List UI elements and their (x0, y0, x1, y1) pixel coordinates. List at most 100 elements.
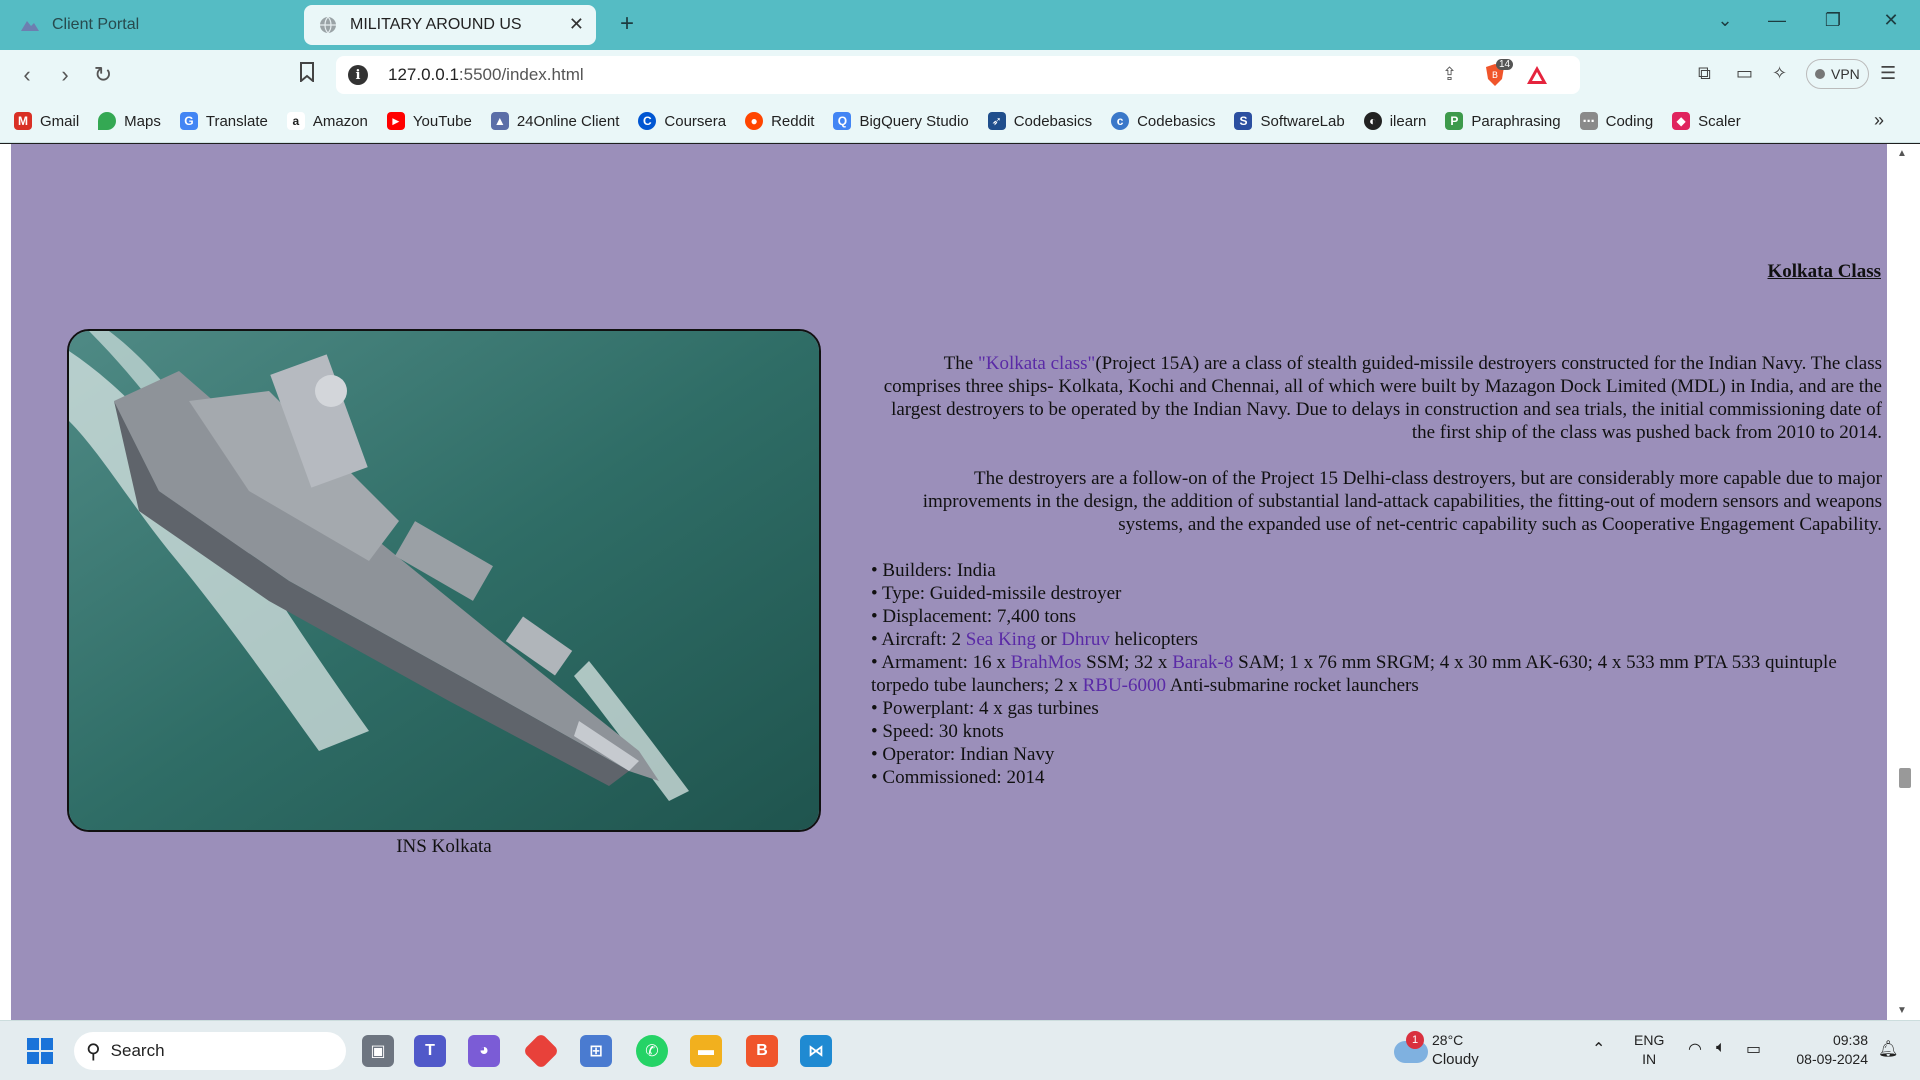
url-text[interactable]: 127.0.0.1:5500/index.html (388, 65, 584, 85)
bookmark-maps[interactable]: Maps (98, 112, 161, 130)
close-window-button[interactable]: ✕ (1876, 10, 1906, 31)
page-content: Kolkata Class INS Kolkata The "Kolkata c… (11, 144, 1887, 1020)
bookmark-codebasics-2[interactable]: c Codebasics (1111, 112, 1215, 130)
bookmark-24online[interactable]: ▲ 24Online Client (490, 112, 619, 130)
language-indicator[interactable]: ENG IN (1634, 1031, 1664, 1069)
tab-military-around-us[interactable]: MILITARY AROUND US ✕ (304, 5, 596, 45)
scroll-thumb[interactable] (1899, 768, 1911, 788)
bookmark-youtube[interactable]: ▶ YouTube (386, 112, 472, 130)
clock[interactable]: 09:38 08-09-2024 (1784, 1031, 1868, 1069)
spec-commissioned: • Commissioned: 2014 (871, 767, 1045, 788)
new-tab-button[interactable]: + (612, 10, 642, 38)
weather-temp: 28°C (1432, 1032, 1464, 1048)
whatsapp-icon[interactable]: ✆ (636, 1035, 668, 1067)
spec-list: • Builders: India • Type: Guided-missile… (871, 559, 1882, 789)
bookmark-bigquery[interactable]: Q BigQuery Studio (833, 112, 969, 130)
reddit-icon: ● (745, 112, 764, 130)
spec-builders: • Builders: India (871, 560, 996, 581)
wifi-icon[interactable]: ◠ (1688, 1039, 1702, 1059)
rocket-icon: ➶ (987, 112, 1006, 130)
weather-condition: Cloudy (1432, 1051, 1479, 1068)
bookmark-coding[interactable]: ⋯ Coding (1579, 112, 1653, 130)
battery-icon[interactable]: ▭ (1746, 1039, 1761, 1059)
page-viewport: Kolkata Class INS Kolkata The "Kolkata c… (0, 144, 1920, 1020)
bigquery-icon: Q (833, 112, 852, 130)
taskbar-search[interactable]: ⚲ Search (74, 1032, 346, 1070)
weather-widget[interactable]: 1 28°C Cloudy (1394, 1031, 1504, 1071)
bookmark-icon[interactable] (292, 62, 322, 88)
coursera-icon: C (638, 112, 657, 130)
address-bar[interactable]: i 127.0.0.1:5500/index.html ⇪ B 14 (336, 56, 1580, 94)
minimize-button[interactable]: — (1762, 10, 1792, 31)
24online-icon: ▲ (490, 112, 509, 130)
close-tab-icon[interactable]: ✕ (569, 14, 584, 35)
forward-button[interactable]: › (50, 62, 80, 88)
brave-browser-icon[interactable]: B (746, 1035, 778, 1067)
volume-icon[interactable]: 🔈︎ (1716, 1039, 1726, 1057)
vpn-button[interactable]: VPN (1806, 59, 1869, 89)
task-view-icon[interactable]: ▣ (362, 1035, 394, 1067)
ship-image (67, 329, 821, 832)
translate-icon: G (179, 112, 198, 130)
ilearn-icon: ◐ (1363, 112, 1382, 130)
teams-icon[interactable]: T (414, 1035, 446, 1067)
show-hidden-icons-chevron-icon[interactable]: ⌃ (1592, 1039, 1605, 1059)
wallet-icon[interactable]: ▭ (1736, 63, 1753, 84)
restore-button[interactable]: ❐ (1818, 10, 1848, 31)
git-app-icon[interactable] (522, 1032, 560, 1070)
windows-start-icon[interactable] (24, 1035, 56, 1067)
vscode-icon[interactable]: ⋈ (800, 1035, 832, 1067)
spec-armament: • Armament: 16 x BrahMos SSM; 32 x Barak… (871, 652, 1837, 696)
bookmark-codebasics-1[interactable]: ➶ Codebasics (987, 112, 1092, 130)
scroll-down-icon[interactable]: ▼ (1897, 1005, 1907, 1016)
copilot-icon[interactable]: ◕ (468, 1035, 500, 1067)
bookmark-translate[interactable]: G Translate (179, 112, 268, 130)
reload-button[interactable]: ↻ (88, 62, 118, 88)
brave-rewards-icon[interactable] (1526, 65, 1548, 90)
scaler-icon: ◆ (1672, 112, 1691, 130)
menu-icon[interactable]: ☰ (1880, 63, 1896, 84)
microsoft-store-icon[interactable]: ⊞ (580, 1035, 612, 1067)
brave-shields-icon[interactable]: B 14 (1484, 59, 1514, 92)
rbu-6000-link[interactable]: RBU-6000 (1083, 675, 1166, 696)
page-scrollbar[interactable]: ▲ ▼ (1887, 144, 1920, 1020)
tab-client-portal[interactable]: Client Portal (8, 5, 298, 45)
brahmos-link[interactable]: BrahMos (1011, 652, 1082, 673)
barak-8-link[interactable]: Barak-8 (1172, 652, 1233, 673)
weather-badge: 1 (1406, 1031, 1424, 1049)
extensions-icon[interactable]: ⧉ (1698, 63, 1711, 84)
scroll-up-icon[interactable]: ▲ (1897, 148, 1907, 159)
spec-powerplant: • Powerplant: 4 x gas turbines (871, 698, 1099, 719)
notifications-bell-icon[interactable]: 🔔︎ (1878, 1039, 1898, 1059)
sea-king-link[interactable]: Sea King (966, 629, 1036, 650)
bookmark-paraphrasing[interactable]: P Paraphrasing (1445, 112, 1561, 130)
leo-ai-icon[interactable]: ✧ (1772, 63, 1787, 84)
dhruv-link[interactable]: Dhruv (1061, 629, 1110, 650)
bookmark-gmail[interactable]: M Gmail (14, 112, 79, 130)
taskbar: ⚲ Search ▣ T ◕ ⊞ ✆ ▬ B ⋈ 1 28°C Cloudy ⌃… (0, 1020, 1920, 1080)
bookmark-scaler[interactable]: ◆ Scaler (1672, 112, 1741, 130)
bookmark-softwarelab[interactable]: S SoftwareLab (1234, 112, 1345, 130)
tab-search-chevron-icon[interactable]: ⌄ (1710, 10, 1740, 31)
globe-icon (318, 15, 338, 35)
ship-figure: INS Kolkata (67, 329, 821, 858)
spec-aircraft: • Aircraft: 2 Sea King or Dhruv helicopt… (871, 629, 1198, 650)
bookmark-reddit[interactable]: ● Reddit (745, 112, 814, 130)
bookmark-coursera[interactable]: C Coursera (638, 112, 726, 130)
maps-icon (98, 112, 117, 130)
intro-paragraph: The "Kolkata class"(Project 15A) are a c… (883, 353, 1882, 443)
bookmark-ilearn[interactable]: ◐ ilearn (1363, 112, 1426, 130)
share-icon[interactable]: ⇪ (1442, 64, 1457, 85)
bookmark-amazon[interactable]: a Amazon (286, 112, 368, 130)
site-info-icon[interactable]: i (348, 65, 368, 85)
tab-strip: Client Portal MILITARY AROUND US ✕ + ⌄ —… (0, 0, 1920, 50)
article-text: The "Kolkata class"(Project 15A) are a c… (871, 352, 1882, 789)
kolkata-class-link[interactable]: "Kolkata class" (978, 353, 1095, 374)
coding-icon: ⋯ (1579, 112, 1598, 130)
client-portal-icon (20, 15, 40, 35)
more-bookmarks-icon[interactable]: » (1874, 110, 1884, 131)
back-button[interactable]: ‹ (12, 62, 42, 88)
spec-displacement: • Displacement: 7,400 tons (871, 606, 1077, 627)
file-explorer-icon[interactable]: ▬ (690, 1035, 722, 1067)
bookmarks-bar: M Gmail Maps G Translate a Amazon ▶ YouTube … (0, 100, 1920, 143)
